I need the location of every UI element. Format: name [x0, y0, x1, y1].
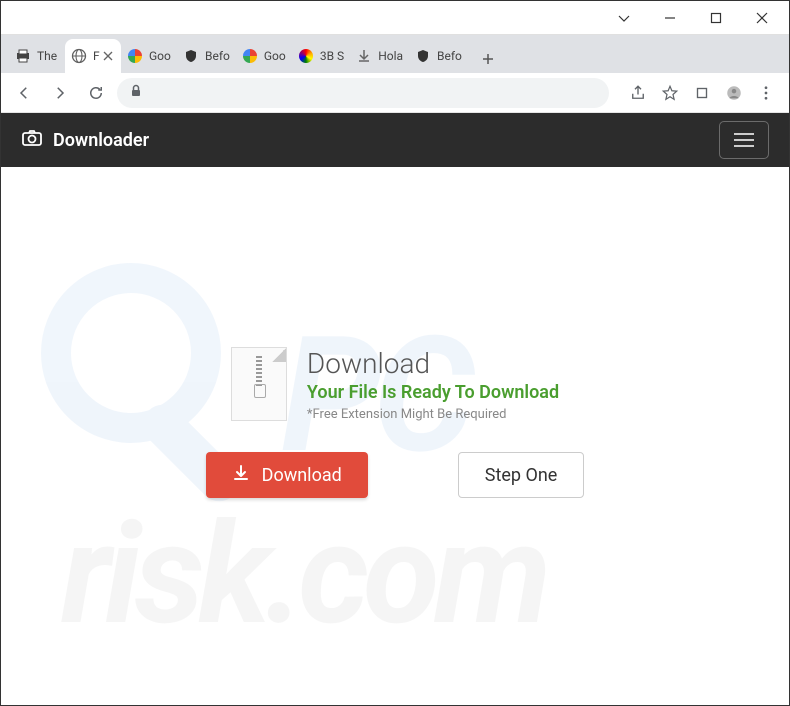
tab-1[interactable]: F [65, 39, 121, 73]
menu-button[interactable] [751, 78, 781, 108]
tab-label: F [93, 49, 100, 63]
printer-icon [15, 48, 31, 64]
page-content: PC risk.com Downloader Download Your Fil… [1, 113, 789, 705]
step-one-button[interactable]: Step One [458, 452, 585, 498]
shield-icon [415, 48, 431, 64]
download-button[interactable]: Download [206, 452, 368, 498]
window-dropdown-button[interactable] [601, 1, 647, 35]
tab-3[interactable]: Befo [177, 39, 236, 73]
download-title: Download [307, 347, 559, 380]
address-bar[interactable] [117, 78, 609, 108]
share-button[interactable] [623, 78, 653, 108]
new-tab-button[interactable] [474, 45, 502, 73]
globe-icon [71, 48, 87, 64]
extensions-button[interactable] [687, 78, 717, 108]
window-maximize-button[interactable] [693, 1, 739, 35]
tab-label: Befo [205, 49, 230, 63]
download-ready-text: Your File Is Ready To Download [307, 382, 559, 403]
tab-label: Hola [378, 49, 403, 63]
browser-toolbar [1, 73, 789, 113]
download-note: *Free Extension Might Be Required [307, 407, 559, 422]
brand-text: Downloader [53, 130, 149, 151]
tab-label: Befo [437, 49, 462, 63]
shield-icon [183, 48, 199, 64]
step-one-label: Step One [485, 465, 558, 486]
download-button-label: Download [262, 465, 342, 486]
lock-icon [129, 83, 143, 102]
tab-label: Goo [264, 49, 286, 63]
download-icon [232, 464, 250, 487]
tab-label: 3B S [320, 49, 344, 63]
window-minimize-button[interactable] [647, 1, 693, 35]
tab-label: Goo [149, 49, 171, 63]
zip-file-icon [231, 347, 287, 421]
tab-4[interactable]: Goo [236, 39, 292, 73]
tab-7[interactable]: Befo [409, 39, 468, 73]
rainbow-icon [298, 48, 314, 64]
app-brand: Downloader [21, 127, 149, 154]
tab-2[interactable]: Goo [121, 39, 177, 73]
download-icon [356, 48, 372, 64]
tab-6[interactable]: Hola [350, 39, 409, 73]
tab-0[interactable]: The [9, 39, 65, 73]
window-close-button[interactable] [739, 1, 785, 35]
app-header: Downloader [1, 113, 789, 167]
camera-icon [21, 127, 43, 154]
forward-button[interactable] [45, 78, 75, 108]
tab-5[interactable]: 3B S [292, 39, 350, 73]
bookmark-button[interactable] [655, 78, 685, 108]
tab-close-icon[interactable] [101, 49, 115, 63]
back-button[interactable] [9, 78, 39, 108]
google-icon [242, 48, 258, 64]
window-titlebar [1, 1, 789, 35]
hamburger-button[interactable] [719, 121, 769, 159]
google-icon [127, 48, 143, 64]
browser-window: The F Goo Befo Goo 3B S Hola Be [0, 0, 790, 706]
tab-strip: The F Goo Befo Goo 3B S Hola Be [1, 35, 789, 73]
download-panel: Download Your File Is Ready To Download … [1, 167, 789, 498]
tab-label: The [37, 49, 57, 63]
profile-button[interactable] [719, 78, 749, 108]
reload-button[interactable] [81, 78, 111, 108]
